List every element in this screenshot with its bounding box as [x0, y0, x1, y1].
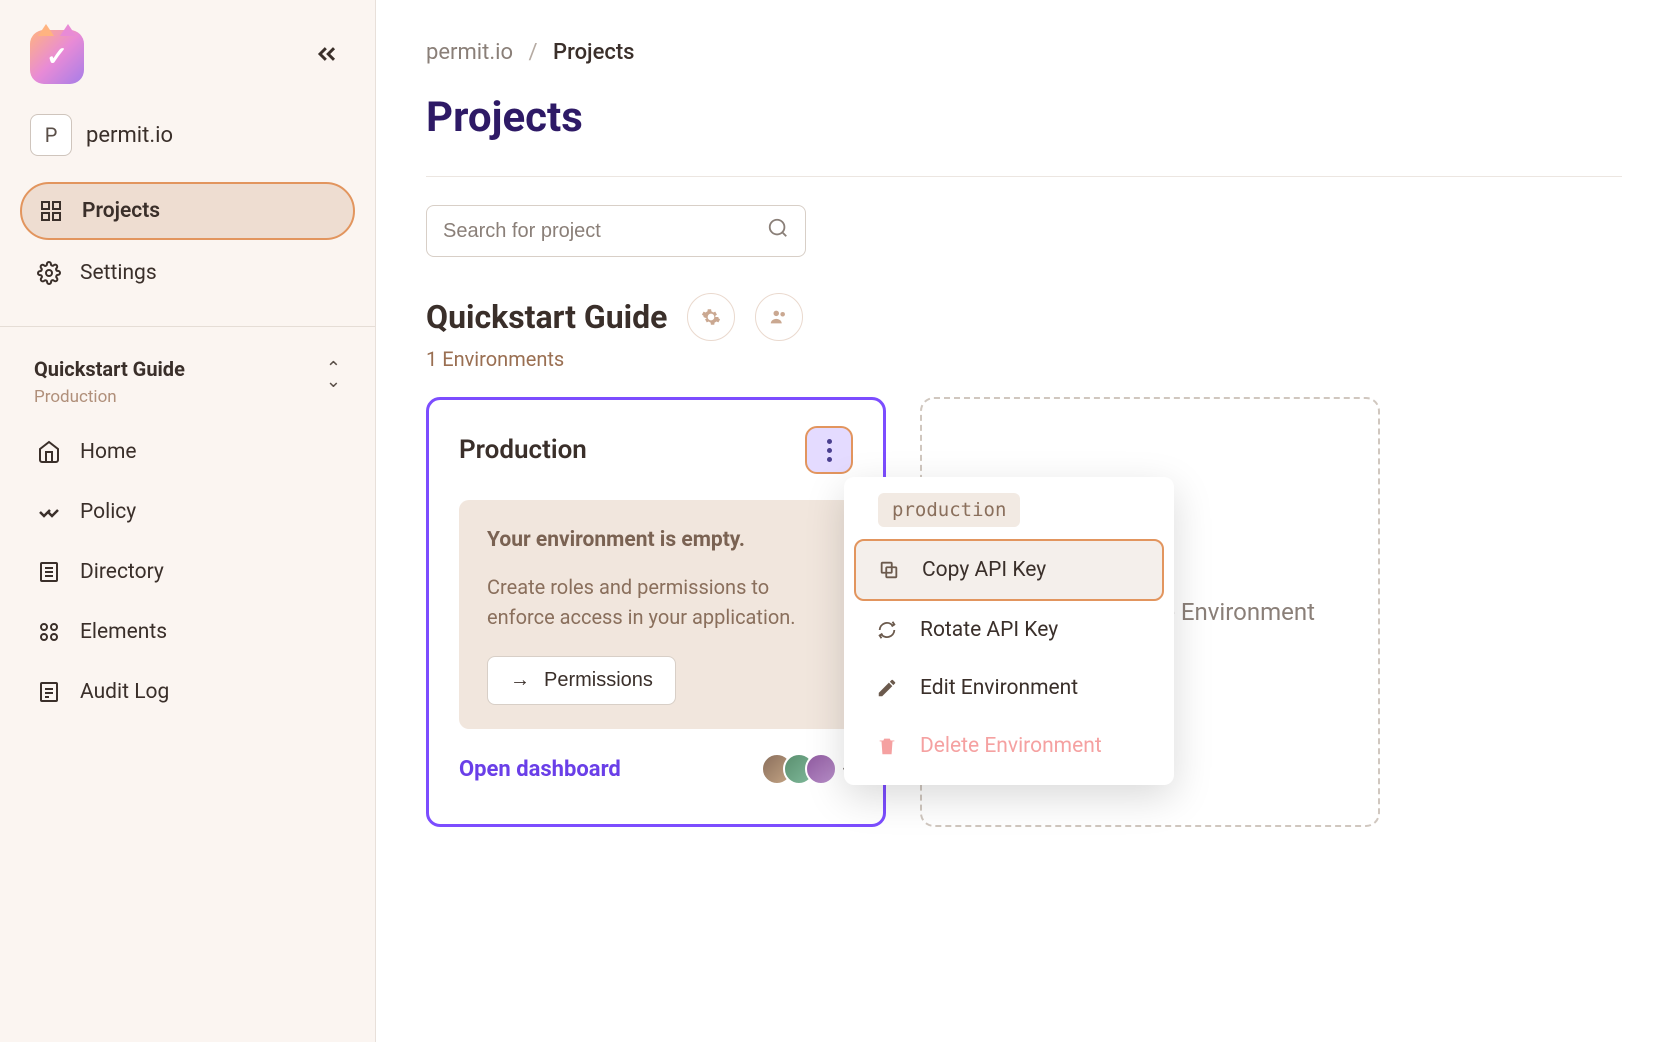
environment-card-production: Production Your environment is empty. Cr… — [426, 397, 886, 827]
member-avatars[interactable]: + — [761, 753, 853, 785]
project-settings-button[interactable] — [687, 293, 735, 341]
menu-item-rotate-api-key[interactable]: Rotate API Key — [854, 601, 1164, 659]
rotate-icon — [874, 617, 900, 643]
nav-item-policy[interactable]: Policy — [20, 485, 355, 539]
project-name: Quickstart Guide — [426, 298, 667, 336]
breadcrumb-root[interactable]: permit.io — [426, 40, 513, 65]
nav-label: Directory — [80, 560, 164, 584]
divider — [0, 326, 375, 327]
nav-label: Elements — [80, 620, 167, 644]
environment-menu-button[interactable] — [805, 426, 853, 474]
breadcrumb-current: Projects — [553, 40, 634, 65]
users-icon — [768, 306, 790, 328]
nav-label: Home — [80, 440, 137, 464]
nav-item-directory[interactable]: Directory — [20, 545, 355, 599]
directory-icon — [36, 559, 62, 585]
main-content: permit.io / Projects Projects Quickstart… — [376, 0, 1672, 1042]
secondary-nav: Home Policy Directory Elements Audit Log — [0, 415, 375, 735]
search-box[interactable] — [426, 205, 806, 257]
nav-label: Projects — [82, 199, 160, 223]
gear-icon — [36, 260, 62, 286]
open-dashboard-link[interactable]: Open dashboard — [459, 757, 621, 782]
org-name: permit.io — [86, 123, 173, 148]
nav-label: Audit Log — [80, 680, 169, 704]
environment-count: 1 Environments — [426, 347, 1622, 371]
environment-cards: Production Your environment is empty. Cr… — [426, 397, 1622, 827]
menu-item-edit-environment[interactable]: Edit Environment — [854, 659, 1164, 717]
checkmark-icon: ✓ — [46, 42, 68, 72]
nav-item-home[interactable]: Home — [20, 425, 355, 479]
menu-item-copy-api-key[interactable]: Copy API Key — [854, 539, 1164, 601]
menu-item-label: Delete Environment — [920, 734, 1102, 758]
dots-vertical-icon — [827, 439, 832, 462]
nav-item-elements[interactable]: Elements — [20, 605, 355, 659]
arrow-right-icon: → — [510, 669, 530, 692]
nav-item-projects[interactable]: Projects — [20, 182, 355, 240]
project-members-button[interactable] — [755, 293, 803, 341]
home-icon — [36, 439, 62, 465]
avatar — [805, 753, 837, 785]
menu-item-label: Copy API Key — [922, 558, 1046, 582]
nav-item-audit-log[interactable]: Audit Log — [20, 665, 355, 719]
nav-label: Policy — [80, 500, 136, 524]
nav-item-settings[interactable]: Settings — [20, 246, 355, 300]
logo[interactable]: ✓ — [30, 30, 84, 84]
trash-icon — [874, 733, 900, 759]
pencil-icon — [874, 675, 900, 701]
primary-nav: Projects Settings — [0, 176, 375, 312]
gear-icon — [701, 307, 721, 327]
empty-state-text: Create roles and permissions to enforce … — [487, 572, 825, 632]
project-header: Quickstart Guide — [426, 293, 1622, 341]
org-badge: P — [30, 114, 72, 156]
collapse-sidebar-button[interactable] — [309, 36, 345, 79]
menu-environment-badge: production — [878, 493, 1020, 527]
org-selector[interactable]: P permit.io — [0, 104, 375, 176]
breadcrumb: permit.io / Projects — [426, 40, 1622, 65]
chevron-updown-icon: ⌃⌄ — [326, 363, 341, 388]
audit-log-icon — [36, 679, 62, 705]
grid-icon — [38, 198, 64, 224]
empty-state-title: Your environment is empty. — [487, 528, 825, 552]
context-project: Quickstart Guide — [34, 357, 185, 381]
nav-label: Settings — [80, 261, 157, 285]
context-selector[interactable]: Quickstart Guide Production ⌃⌄ — [0, 341, 375, 415]
elements-icon — [36, 619, 62, 645]
page-title: Projects — [426, 93, 1622, 142]
policy-icon — [36, 499, 62, 525]
copy-icon — [876, 557, 902, 583]
permissions-button[interactable]: → Permissions — [487, 656, 676, 705]
search-icon — [767, 217, 789, 245]
chevron-double-left-icon — [313, 40, 341, 68]
sidebar: ✓ P permit.io Projects Settings Quicksta… — [0, 0, 376, 1042]
empty-state: Your environment is empty. Create roles … — [459, 500, 853, 729]
permissions-button-label: Permissions — [544, 669, 653, 692]
menu-item-label: Edit Environment — [920, 676, 1078, 700]
breadcrumb-separator: / — [528, 40, 537, 65]
divider — [426, 176, 1622, 177]
menu-item-label: Rotate API Key — [920, 618, 1058, 642]
environment-dropdown-menu: production Copy API Key Rotate API Key E… — [844, 477, 1174, 785]
context-environment: Production — [34, 387, 185, 407]
sidebar-header: ✓ — [0, 0, 375, 104]
menu-item-delete-environment[interactable]: Delete Environment — [854, 717, 1164, 775]
search-input[interactable] — [443, 220, 767, 243]
environment-title: Production — [459, 435, 587, 465]
